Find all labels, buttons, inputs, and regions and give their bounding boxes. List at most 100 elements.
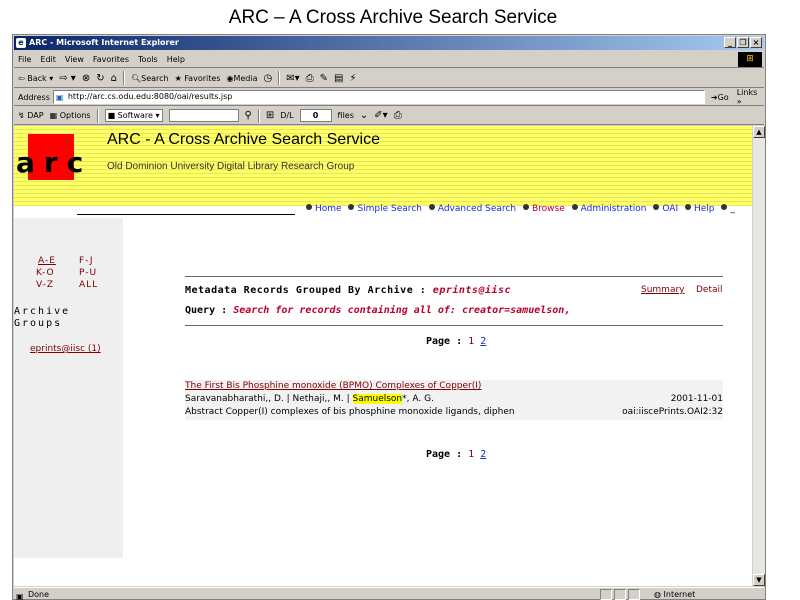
history-icon[interactable]: ◷ (263, 73, 272, 84)
links-button[interactable]: Links » (737, 88, 764, 106)
nav-simple-search[interactable]: Simple Search (357, 204, 422, 214)
summary-link[interactable]: Summary (641, 285, 685, 295)
page-label: Page : (426, 449, 463, 460)
messenger-icon[interactable]: ⚡ (349, 73, 356, 84)
menu-view[interactable]: View (65, 55, 84, 64)
status-cell (614, 589, 626, 600)
options-button[interactable]: ▦ Options (50, 111, 91, 120)
bullet-icon (684, 204, 691, 210)
go-button[interactable]: ➜Go (711, 93, 729, 102)
scroll-up-icon[interactable]: ▲ (753, 126, 765, 138)
search-button[interactable]: 🔍︎Search (131, 74, 169, 83)
alpha-f-j[interactable]: F-J (79, 256, 94, 266)
restore-button[interactable]: ❐ (737, 37, 749, 48)
alpha-k-o[interactable]: K-O (36, 268, 55, 278)
alpha-a-e[interactable]: A-E (38, 256, 56, 266)
back-label: Back (27, 73, 47, 83)
address-input[interactable]: ▣ http://arc.cs.odu.edu:8080/oai/results… (52, 90, 706, 104)
menu-file[interactable]: File (18, 55, 31, 64)
page-2-link[interactable]: 2 (480, 336, 486, 347)
results-top-rule (185, 276, 723, 277)
page-1-current: 1 (468, 336, 475, 347)
home-icon[interactable]: ⌂ (111, 73, 117, 84)
menu-favorites[interactable]: Favorites (93, 55, 129, 64)
result-record: The First Bis Phosphine monoxide (BPMO) … (185, 380, 723, 420)
nav-oai[interactable]: OAI (662, 204, 678, 214)
alpha-all[interactable]: ALL (79, 280, 98, 290)
back-button[interactable]: ⇦ Back ▾ (18, 74, 53, 83)
standard-toolbar: ⇦ Back ▾ ⇨ ▾ ⊗ ↻ ⌂ 🔍︎Search ★ Favorites … (14, 69, 764, 88)
print-preview-icon[interactable]: ⎙ (394, 110, 402, 121)
page-2-link[interactable]: 2 (480, 449, 486, 460)
toolbar-separator (122, 71, 125, 85)
nav-browse[interactable]: Browse (532, 204, 565, 214)
bullet-icon (428, 204, 435, 210)
close-button[interactable]: × (750, 37, 762, 48)
dap-button[interactable]: ↯ DAP (18, 111, 44, 120)
media-button[interactable]: ◉Media (226, 74, 257, 83)
ie-icon: e (16, 38, 26, 48)
files-label: files (337, 111, 354, 120)
menu-tools[interactable]: Tools (138, 55, 158, 64)
edit-icon[interactable]: ✎ (320, 73, 328, 84)
nav-administration[interactable]: Administration (581, 204, 647, 214)
menu-help[interactable]: Help (167, 55, 185, 64)
nav-home[interactable]: Home (315, 204, 342, 214)
favorites-button[interactable]: ★ Favorites (175, 74, 221, 83)
bullet-icon (306, 204, 312, 210)
dap-search-input[interactable] (168, 109, 239, 122)
favorites-icon: ★ (174, 73, 182, 83)
scroll-down-icon[interactable]: ▼ (753, 574, 765, 586)
record-date: 2001-11-01 (670, 394, 723, 404)
media-label: Media (233, 73, 258, 83)
nav-divider (77, 214, 295, 215)
nav-help[interactable]: Help (694, 204, 715, 214)
minimize-button[interactable]: _ (724, 37, 736, 48)
page-content: arc ARC - A Cross Archive Search Service… (14, 126, 752, 586)
page-1-current: 1 (468, 449, 475, 460)
record-abstract: Abstract Copper(I) complexes of bis phos… (185, 407, 515, 417)
chevron-down-icon[interactable]: ⌄ (360, 110, 368, 121)
favorites-label: Favorites (184, 73, 221, 83)
site-subtitle: Old Dominion University Digital Library … (107, 161, 355, 172)
menu-edit[interactable]: Edit (40, 55, 56, 64)
results-heading: Metadata Records Grouped By Archive : ep… (185, 285, 511, 296)
toolbar-separator (96, 108, 99, 123)
software-label: Software (117, 111, 153, 120)
search-icon: 🔍︎ (130, 73, 142, 83)
stop-icon[interactable]: ⊗ (82, 73, 90, 84)
record-authors-before: Saravanabharathi,, D. | Nethaji,, M. | (185, 394, 353, 404)
pager-top: Page : 1 2 (426, 336, 486, 347)
windows-logo-icon: ⊞ (738, 52, 762, 67)
bullet-icon (571, 204, 578, 210)
site-nav: Home Simple Search Advanced Search Brows… (302, 204, 735, 214)
dl-icon: ⊞ (265, 110, 275, 121)
bullet-icon (522, 204, 529, 210)
print-icon[interactable]: ⎙ (306, 73, 314, 84)
record-title-link[interactable]: The First Bis Phosphine monoxide (BPMO) … (185, 381, 481, 391)
refresh-icon[interactable]: ↻ (96, 73, 104, 84)
arc-logo: arc (16, 146, 93, 179)
nav-advanced-search[interactable]: Advanced Search (438, 204, 516, 214)
status-cell (628, 589, 640, 600)
forward-button[interactable]: ⇨ ▾ (59, 73, 76, 84)
archive-group-eprints-link[interactable]: eprints@iisc (1) (30, 344, 101, 354)
links-label: Links (736, 88, 758, 97)
status-zone: ◍ Internet (654, 588, 695, 600)
options-icon: ▦ (49, 111, 58, 120)
results-archive-name: eprints@iisc (432, 285, 512, 296)
mail-icon[interactable]: ✉▾ (286, 73, 299, 84)
status-text: Done (28, 590, 50, 599)
vertical-scrollbar[interactable]: ▲ ▼ (753, 126, 765, 586)
discuss-icon[interactable]: ▤ (334, 73, 343, 84)
toolbar-separator (257, 108, 260, 123)
dap-search-icon[interactable]: ⚲ (245, 110, 252, 121)
detail-link[interactable]: Detail (696, 285, 723, 295)
alpha-p-u[interactable]: P-U (79, 268, 97, 278)
highlighter-icon[interactable]: ✐▾ (374, 110, 387, 121)
alpha-v-z[interactable]: V-Z (36, 280, 54, 290)
left-sidebar (14, 218, 123, 558)
record-authors-after: *, A. G. (402, 394, 434, 404)
browser-window: e ARC - Microsoft Internet Explorer _ ❐ … (12, 34, 766, 600)
software-select[interactable]: ■ Software ▾ (104, 109, 163, 122)
